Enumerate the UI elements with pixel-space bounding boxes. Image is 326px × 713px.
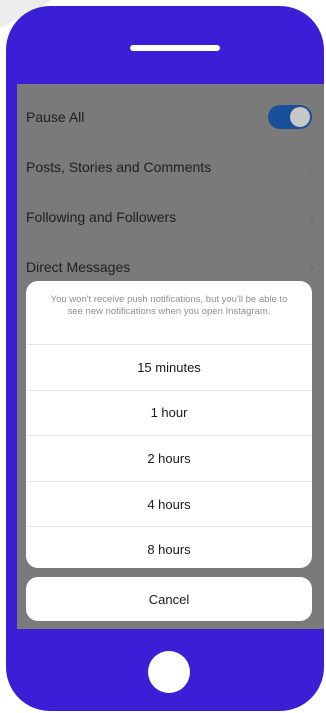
pause-all-row[interactable]: Pause All bbox=[17, 92, 324, 142]
following-followers-label: Following and Followers bbox=[26, 209, 177, 225]
option-1-hour[interactable]: 1 hour bbox=[26, 391, 312, 437]
posts-stories-comments-row[interactable]: Posts, Stories and Comments › bbox=[17, 142, 324, 192]
direct-messages-label: Direct Messages bbox=[26, 259, 131, 275]
pause-all-toggle[interactable] bbox=[268, 105, 312, 129]
pause-all-label: Pause All bbox=[26, 109, 85, 125]
cancel-button[interactable]: Cancel bbox=[26, 577, 312, 621]
option-8-hours[interactable]: 8 hours bbox=[26, 527, 312, 568]
chevron-right-icon: › bbox=[309, 209, 314, 225]
pause-duration-sheet: You won't receive push notifications, bu… bbox=[26, 281, 312, 568]
toggle-knob bbox=[290, 107, 310, 127]
posts-stories-comments-label: Posts, Stories and Comments bbox=[26, 159, 212, 175]
home-button[interactable] bbox=[148, 651, 190, 693]
sheet-message: You won't receive push notifications, bu… bbox=[26, 281, 312, 345]
option-2-hours[interactable]: 2 hours bbox=[26, 436, 312, 482]
speaker-slot bbox=[130, 45, 220, 51]
chevron-right-icon: › bbox=[309, 259, 314, 275]
chevron-right-icon: › bbox=[309, 159, 314, 175]
option-15-minutes[interactable]: 15 minutes bbox=[26, 345, 312, 391]
option-4-hours[interactable]: 4 hours bbox=[26, 482, 312, 528]
following-followers-row[interactable]: Following and Followers › bbox=[17, 192, 324, 242]
